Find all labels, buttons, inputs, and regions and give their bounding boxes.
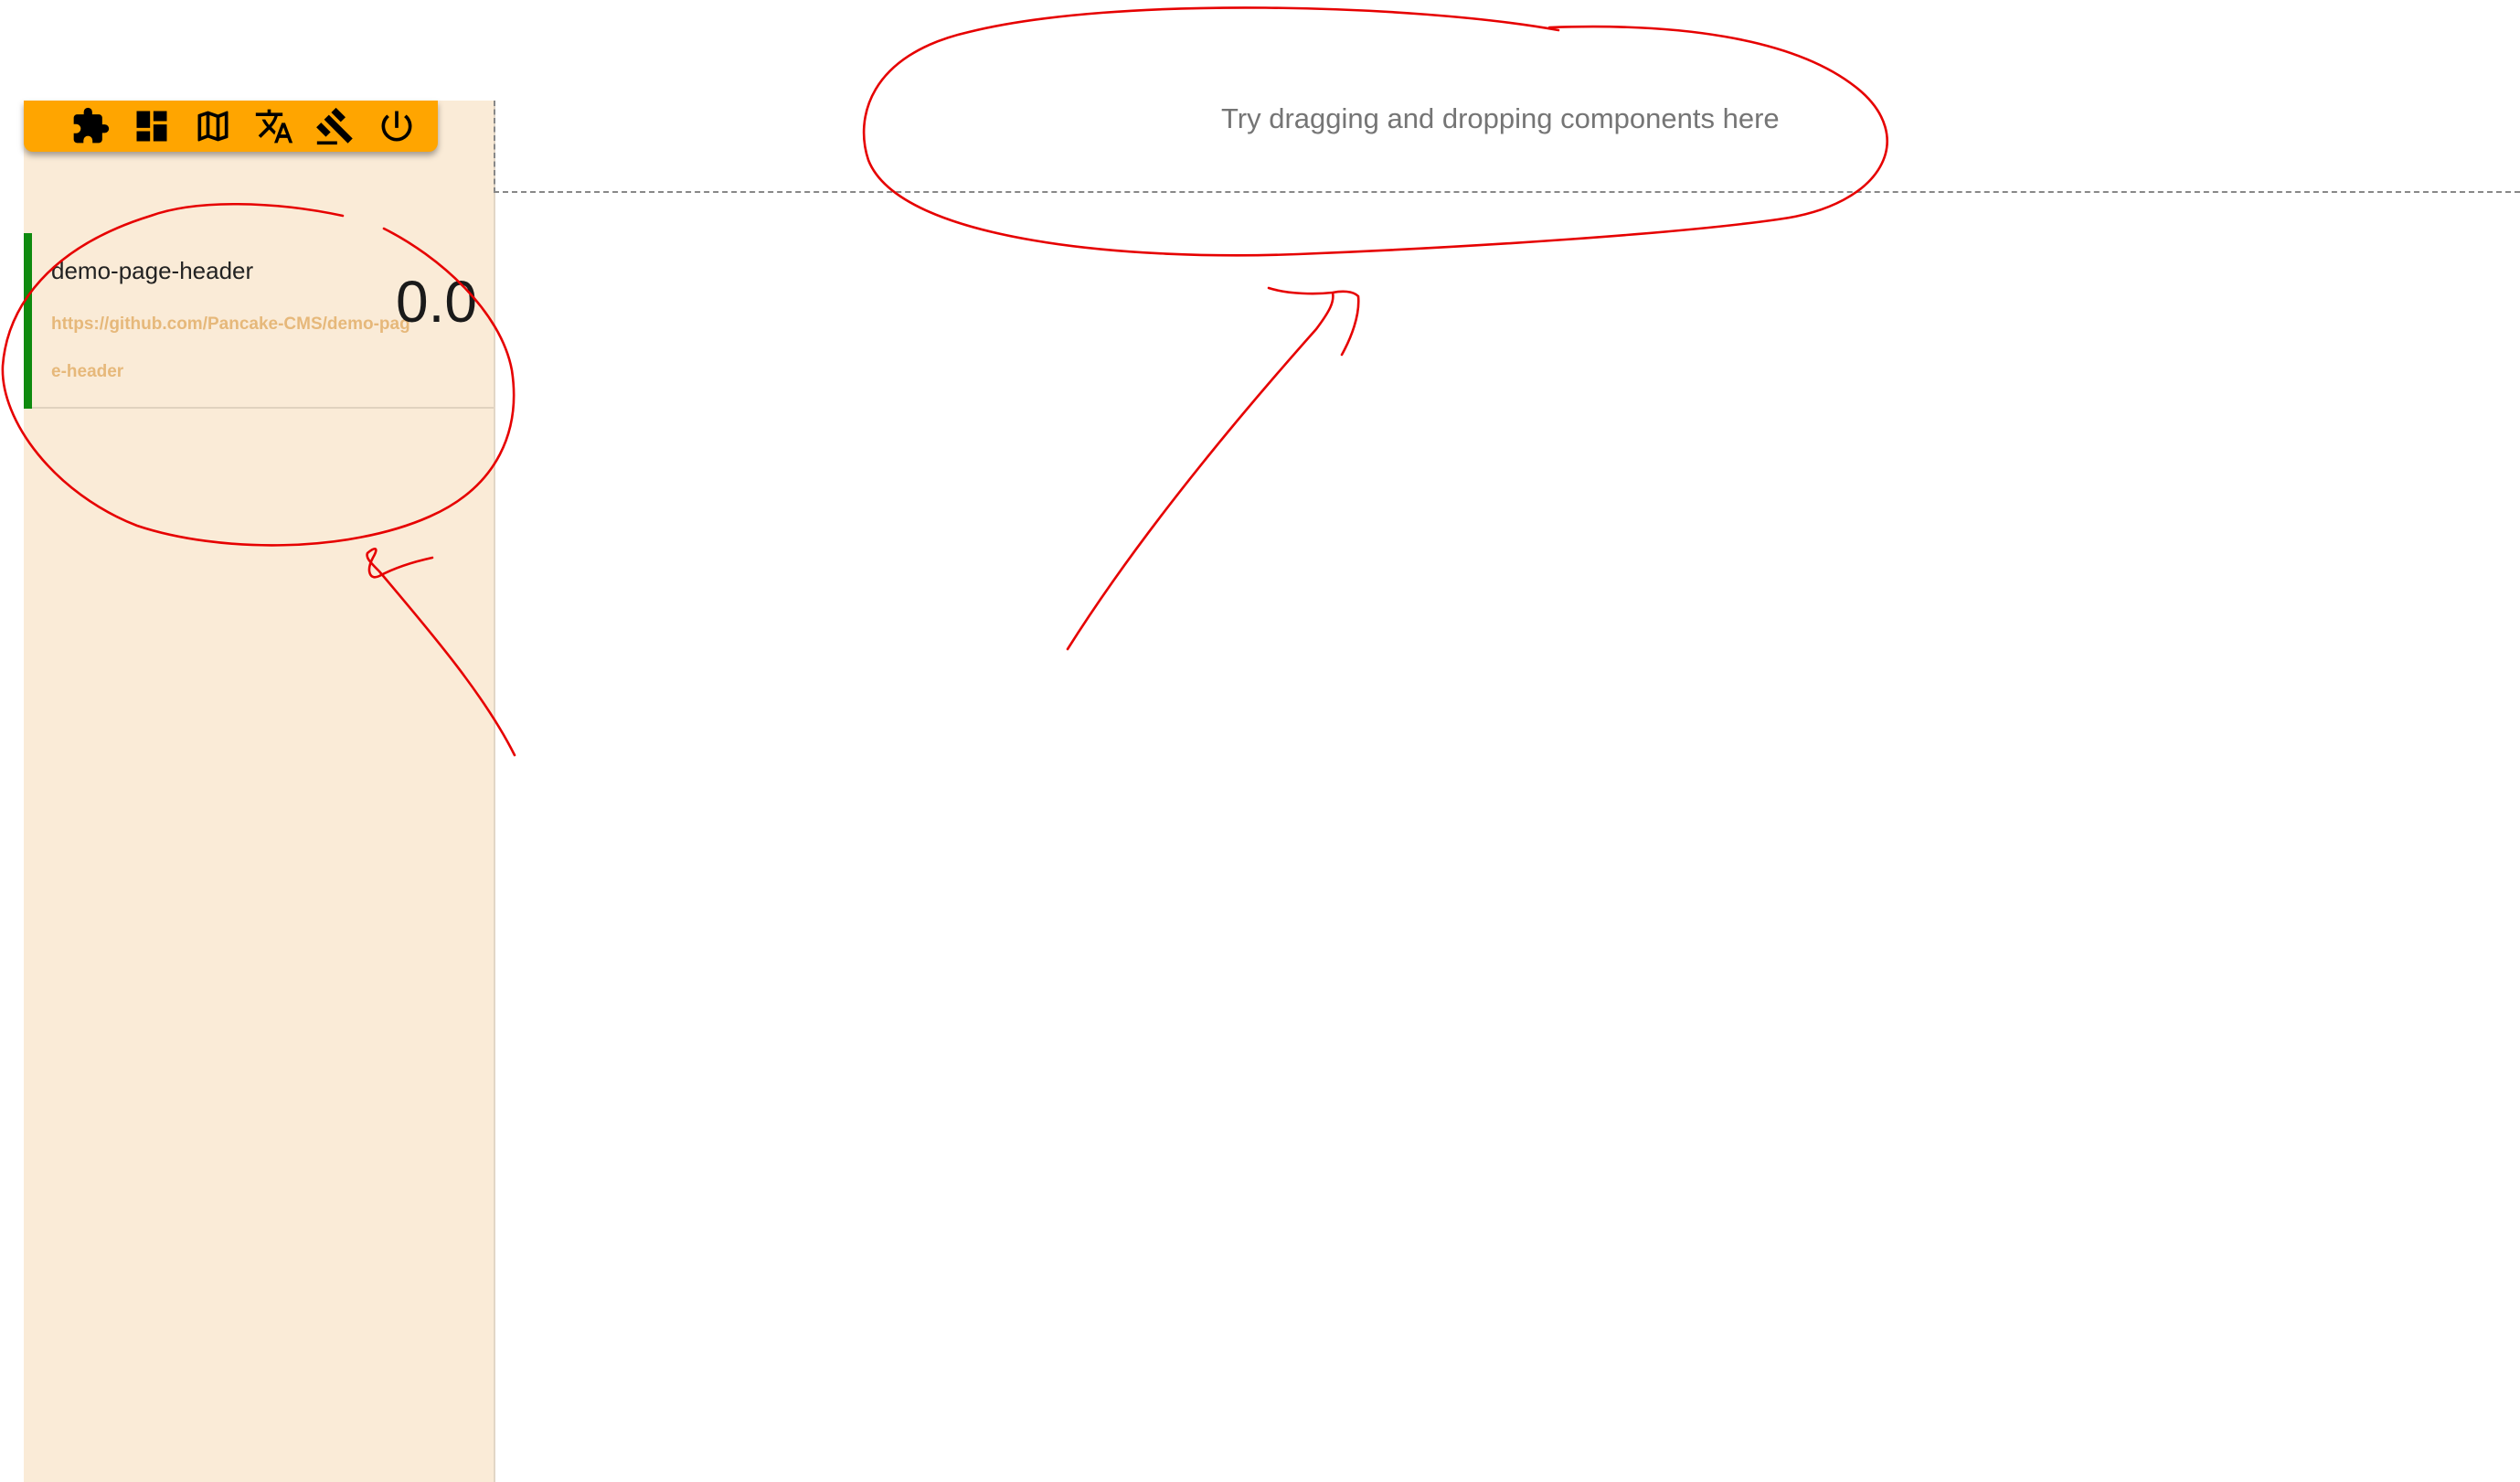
map-icon	[197, 111, 229, 142]
translate-icon	[255, 109, 293, 144]
translate-button[interactable]	[253, 105, 295, 147]
status-stripe	[24, 233, 32, 409]
dashboard-button[interactable]	[131, 105, 173, 147]
power-icon	[381, 111, 412, 142]
gavel-icon	[316, 107, 353, 145]
component-url[interactable]: https://github.com/Pancake-CMS/demo-page…	[51, 301, 417, 396]
puzzle-button[interactable]	[69, 105, 112, 147]
puzzle-icon	[73, 107, 110, 144]
gavel-button[interactable]	[314, 105, 356, 147]
map-button[interactable]	[192, 105, 234, 147]
component-name: demo-page-header	[51, 257, 254, 284]
component-list-item[interactable]: demo-page-header https://github.com/Panc…	[24, 233, 494, 409]
dashboard-icon	[136, 111, 167, 142]
component-version: 0.0	[396, 269, 477, 335]
drop-zone-hint: Try dragging and dropping components her…	[1221, 102, 1780, 134]
annotation-arrow-dropzone	[1066, 286, 1360, 651]
toolbar	[24, 101, 438, 152]
power-button[interactable]	[376, 105, 418, 147]
